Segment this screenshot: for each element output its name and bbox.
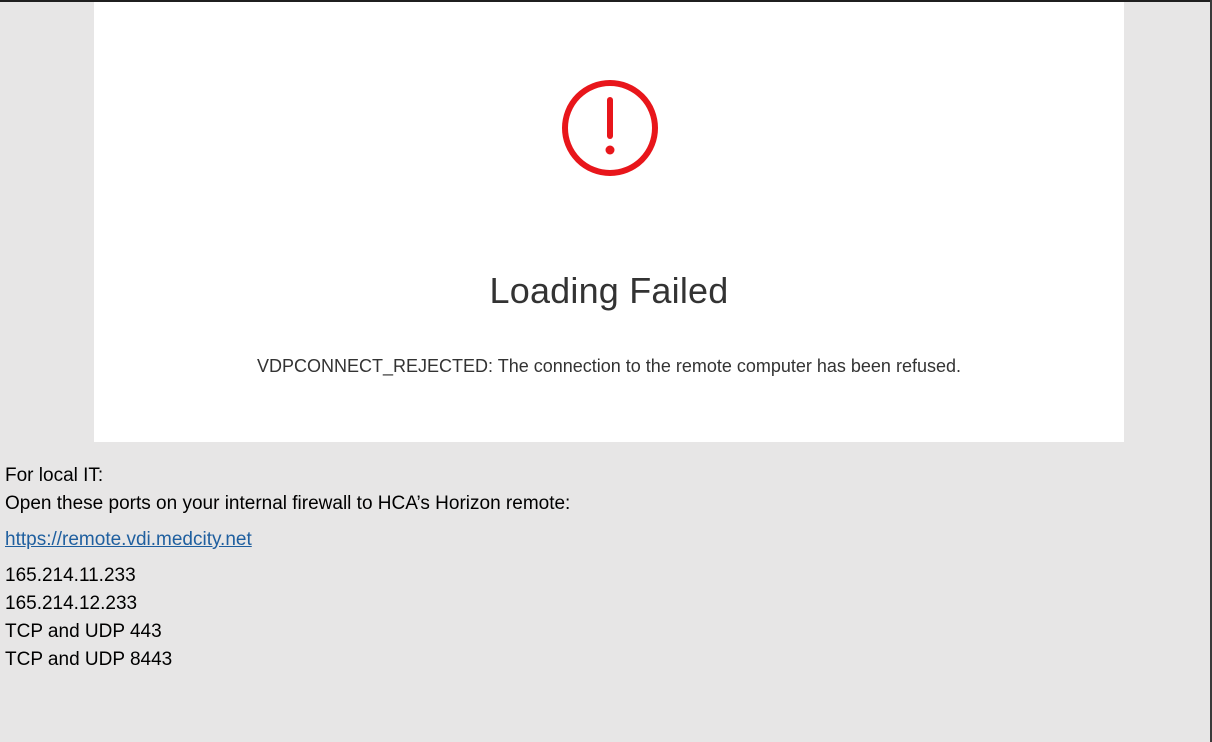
it-notes: For local IT: Open these ports on your i… bbox=[5, 462, 570, 674]
dialog-message: VDPCONNECT_REJECTED: The connection to t… bbox=[257, 356, 961, 376]
dialog-title: Loading Failed bbox=[489, 270, 729, 311]
port-443: TCP and UDP 443 bbox=[5, 621, 162, 642]
exclamation-circle-icon bbox=[562, 80, 658, 176]
notes-instruction: Open these ports on your internal firewa… bbox=[5, 493, 571, 514]
ip-address-2: 165.214.12.233 bbox=[5, 593, 138, 614]
horizon-remote-link[interactable]: https://remote.vdi.medcity.net bbox=[5, 529, 252, 550]
port-8443: TCP and UDP 8443 bbox=[5, 649, 173, 670]
notes-heading: For local IT: bbox=[5, 465, 104, 486]
error-dialog: Loading Failed VDPCONNECT_REJECTED: The … bbox=[94, 2, 1124, 442]
ip-address-1: 165.214.11.233 bbox=[5, 565, 136, 586]
